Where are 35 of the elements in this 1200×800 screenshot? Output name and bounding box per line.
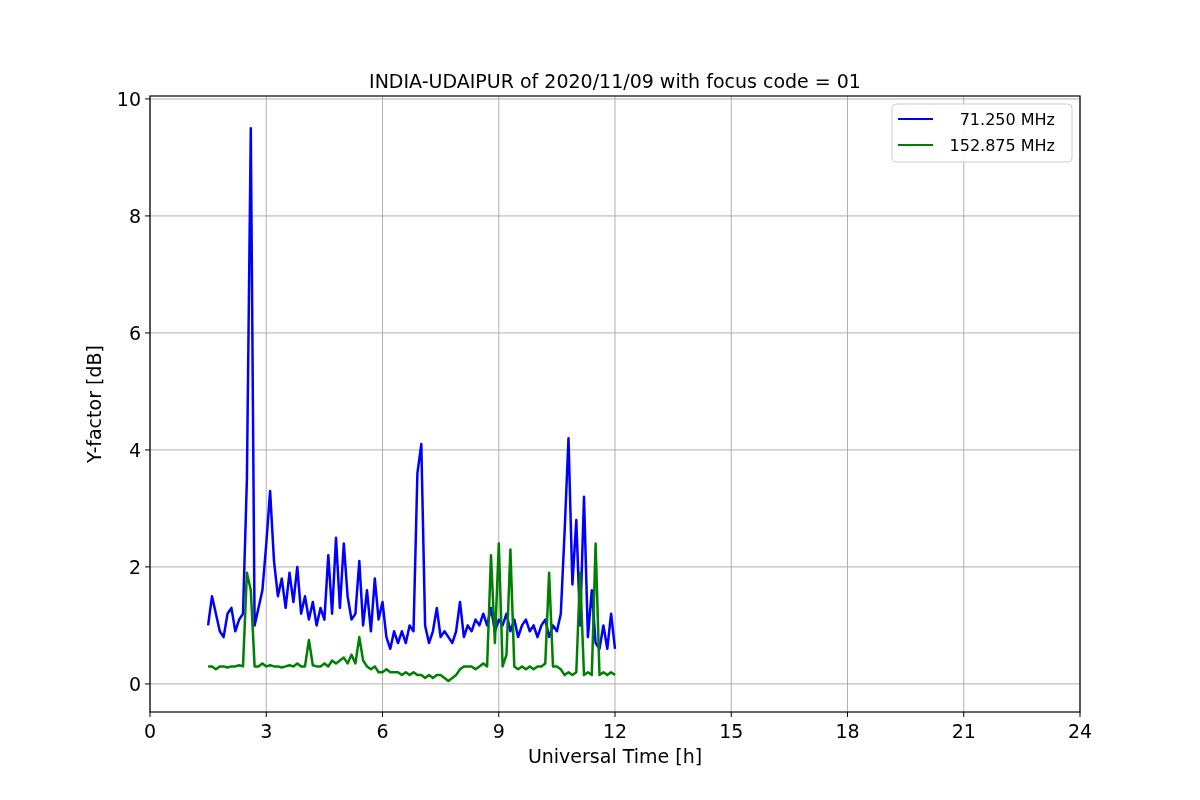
chart-title: INDIA-UDAIPUR of 2020/11/09 with focus code = 01 <box>369 70 861 92</box>
tick-label: 3 <box>260 720 273 742</box>
axis-label: Universal Time [h] <box>527 745 703 767</box>
tick-mark <box>144 683 151 685</box>
tick-label: 12 <box>602 720 628 742</box>
tick-mark <box>730 711 732 718</box>
tick-label: 6 <box>128 321 141 344</box>
tick-mark <box>614 711 616 718</box>
tick-label: 10 <box>116 87 141 110</box>
tick-label: 6 <box>376 720 389 742</box>
tick-label: 24 <box>1067 720 1093 742</box>
tick-label: 2 <box>128 555 141 578</box>
tick-label: 18 <box>835 720 860 742</box>
tick-label: 9 <box>492 720 505 742</box>
tick-label: 15 <box>719 720 744 742</box>
tick-mark <box>498 711 500 718</box>
tick-mark <box>963 711 965 718</box>
tick-label: 21 <box>951 720 976 742</box>
legend-label: 71.250 MHz <box>959 110 1055 129</box>
tick-mark <box>144 566 151 568</box>
tick-mark <box>144 449 151 451</box>
legend-label: 152.875 MHz <box>949 136 1055 155</box>
tick-mark <box>265 711 267 718</box>
tick-label: 0 <box>143 720 157 742</box>
tick-mark <box>144 332 151 334</box>
tick-label: 8 <box>128 204 141 227</box>
tick-mark <box>144 98 151 100</box>
tick-mark <box>382 711 383 718</box>
tick-label: 4 <box>128 438 141 461</box>
tick-mark <box>144 215 151 217</box>
tick-mark <box>847 711 848 718</box>
tick-mark <box>149 711 151 718</box>
tick-label: 0 <box>128 672 141 695</box>
axis-label: Y-factor [dB] <box>83 345 105 463</box>
tick-mark <box>1079 711 1081 718</box>
